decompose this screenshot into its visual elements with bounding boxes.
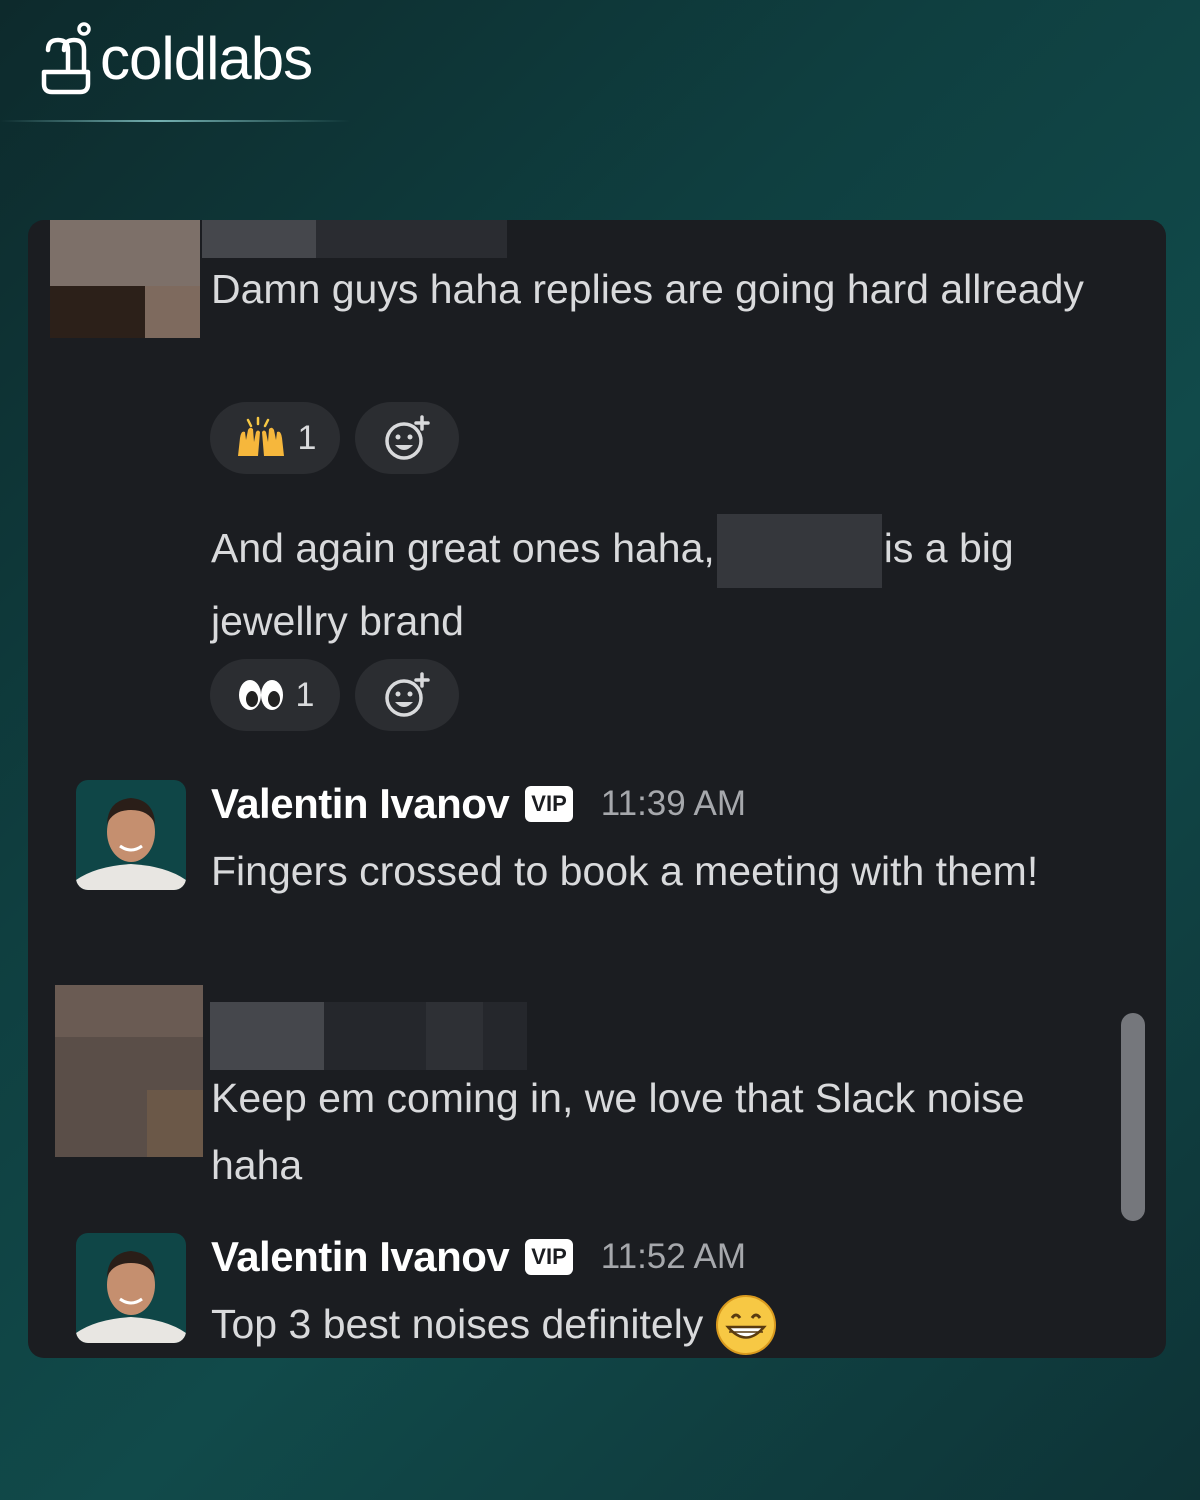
brand: coldlabs xyxy=(38,22,313,96)
timestamp[interactable]: 11:39 AM xyxy=(601,784,746,824)
author-name[interactable]: Valentin Ivanov xyxy=(211,780,510,828)
reaction-count: 1 xyxy=(297,418,317,457)
add-reaction-icon xyxy=(385,415,430,460)
avatar[interactable] xyxy=(76,780,186,890)
blurred-avatar xyxy=(50,220,200,338)
brand-divider xyxy=(0,120,350,122)
blurred-avatar xyxy=(55,985,203,1157)
message-text: Keep em coming in, we love that Slack no… xyxy=(211,1075,1025,1188)
redacted-brand-name xyxy=(716,514,882,588)
message-text: Damn guys haha replies are going hard al… xyxy=(211,266,1084,312)
scrollbar-thumb[interactable] xyxy=(1121,1013,1145,1221)
chat-panel: Damn guys haha replies are going hard al… xyxy=(28,220,1166,1358)
grinning-face-icon xyxy=(715,1294,777,1356)
reaction-raising-hands[interactable]: 1 xyxy=(210,402,340,474)
vip-badge: VIP xyxy=(525,786,573,822)
blurred-author-name xyxy=(202,220,507,258)
add-reaction-icon xyxy=(385,672,430,717)
vip-badge: VIP xyxy=(525,1239,573,1275)
message-header: Valentin Ivanov VIP 11:39 AM xyxy=(211,776,746,832)
message-header: Valentin Ivanov VIP 11:52 AM xyxy=(211,1229,746,1285)
message-text: And again great ones haha, is a big jewel… xyxy=(211,514,1111,655)
add-reaction-button[interactable] xyxy=(355,402,459,474)
timestamp[interactable]: 11:52 AM xyxy=(601,1237,746,1277)
brand-name: coldlabs xyxy=(100,25,313,92)
avatar[interactable] xyxy=(76,1233,186,1343)
message-text: Fingers crossed to book a meeting with t… xyxy=(211,848,1039,894)
eyes-icon xyxy=(236,677,286,713)
blurred-author-name xyxy=(210,1002,527,1070)
author-name[interactable]: Valentin Ivanov xyxy=(211,1233,510,1281)
message-text: Top 3 best noises definitely xyxy=(211,1291,1111,1358)
coldlabs-logo-icon xyxy=(41,22,91,95)
reaction-eyes[interactable]: 1 xyxy=(210,659,340,731)
add-reaction-button[interactable] xyxy=(355,659,459,731)
reaction-count: 1 xyxy=(295,675,315,714)
raising-hands-icon xyxy=(234,416,288,460)
